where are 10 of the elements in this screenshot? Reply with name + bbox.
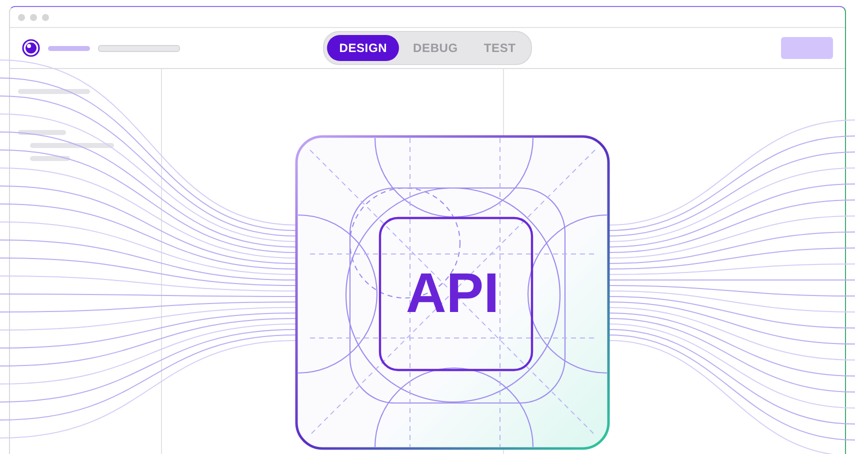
skeleton-bar bbox=[18, 130, 66, 135]
skeleton-bar bbox=[18, 89, 90, 94]
skeleton-bar bbox=[30, 156, 70, 161]
tab[interactable]: DESIGN bbox=[327, 35, 400, 61]
logo-icon bbox=[22, 39, 40, 57]
tab[interactable]: DEBUG bbox=[401, 35, 470, 61]
skeleton-bar bbox=[48, 46, 90, 50]
api-label: API bbox=[404, 263, 500, 323]
tab[interactable]: TEST bbox=[472, 35, 528, 61]
action-button[interactable] bbox=[781, 37, 833, 59]
